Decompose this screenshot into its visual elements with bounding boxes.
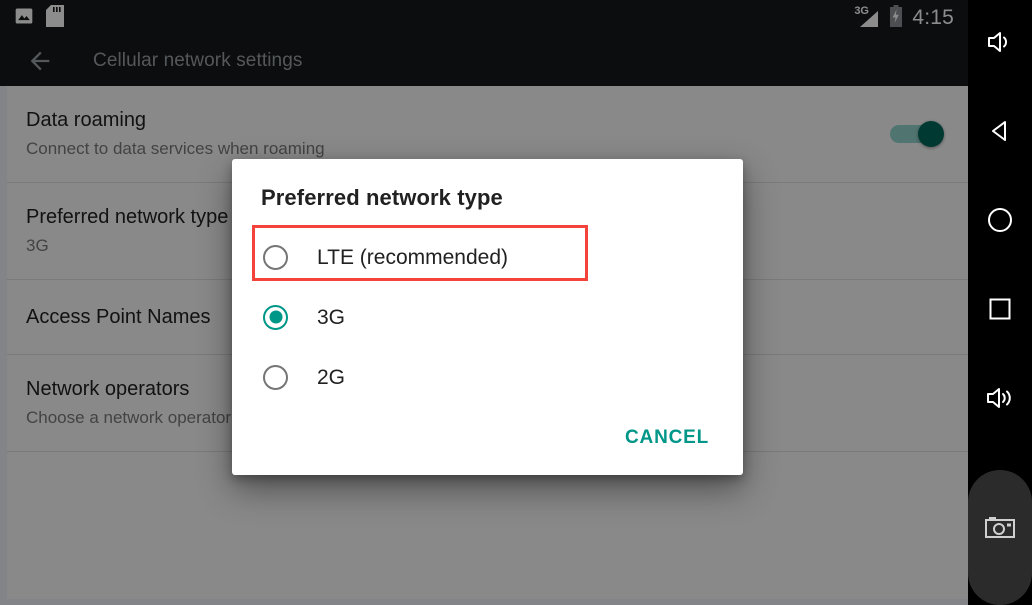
page-title: Cellular network settings <box>93 50 303 71</box>
volume-up-button[interactable] <box>968 0 1032 89</box>
radio-option-2g[interactable]: 2G <box>232 347 743 407</box>
radio-option-label: 2G <box>317 365 346 389</box>
screen-root: Data roaming Connect to data services wh… <box>0 0 1032 605</box>
radio-group: LTE (recommended) 3G 2G <box>232 227 743 407</box>
radio-option-label: LTE (recommended) <box>317 245 509 269</box>
dialog-title: Preferred network type <box>261 185 503 210</box>
preferred-network-type-dialog: Preferred network type LTE (recommended)… <box>232 159 743 475</box>
recents-button[interactable] <box>968 267 1032 356</box>
radio-option-3g[interactable]: 3G <box>232 287 743 347</box>
image-icon <box>14 6 34 31</box>
home-circle-icon <box>986 206 1014 239</box>
switch-thumb <box>918 121 944 147</box>
camera-icon <box>983 514 1017 547</box>
cancel-button[interactable]: CANCEL <box>617 419 717 457</box>
device-viewport: Data roaming Connect to data services wh… <box>0 0 968 605</box>
home-button[interactable] <box>968 178 1032 267</box>
back-triangle-icon <box>987 118 1013 149</box>
sd-card-icon <box>46 4 64 32</box>
radio-option-lte[interactable]: LTE (recommended) <box>232 227 743 287</box>
row-title: Data roaming <box>26 109 147 132</box>
battery-charging-icon <box>889 4 903 32</box>
volume-down-icon <box>984 385 1016 416</box>
row-subtitle: Connect to data services when roaming <box>26 139 325 159</box>
back-arrow-icon[interactable] <box>26 47 54 75</box>
back-button[interactable] <box>968 89 1032 178</box>
radio-button-unselected-icon[interactable] <box>263 364 288 390</box>
volume-up-icon <box>985 29 1015 60</box>
app-toolbar: Cellular network settings <box>0 36 968 86</box>
status-bar-left-icons <box>14 0 64 36</box>
radio-option-label: 3G <box>317 305 346 329</box>
signal-triangle-icon: 3G <box>854 6 880 29</box>
status-bar: 3G 4:15 <box>0 0 968 36</box>
radio-button-selected-icon[interactable] <box>263 304 288 330</box>
volume-down-button[interactable] <box>968 356 1032 445</box>
status-bar-right-icons: 3G 4:15 <box>854 0 954 36</box>
radio-button-unselected-icon[interactable] <box>263 244 288 270</box>
data-roaming-toggle[interactable] <box>890 121 944 147</box>
recents-square-icon <box>987 296 1013 327</box>
camera-button[interactable] <box>968 485 1032 575</box>
status-bar-clock: 4:15 <box>912 6 954 29</box>
